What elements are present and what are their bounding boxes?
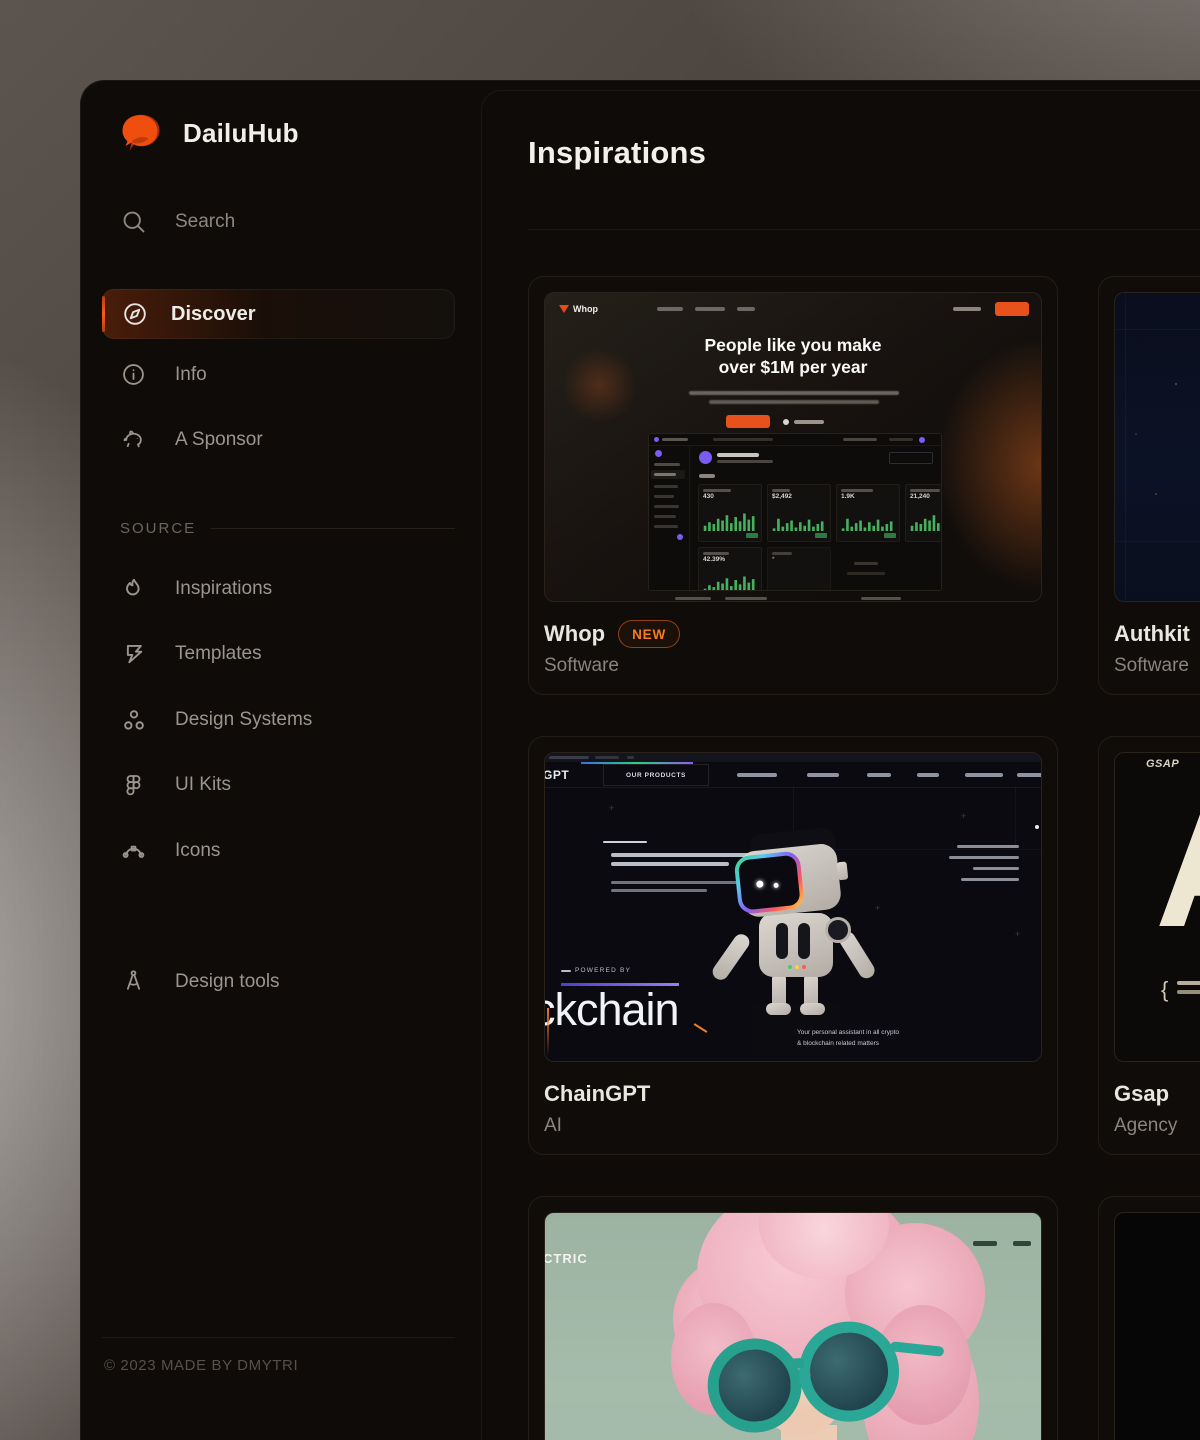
sidebar-item-label: Info	[175, 364, 207, 386]
card-title: Authkit	[1114, 621, 1190, 647]
search-placeholder: Search	[175, 211, 235, 233]
sidebar-item-sponsor[interactable]: A Sponsor	[120, 426, 263, 453]
whop-dashboard-preview: 430 $2,492	[648, 433, 942, 591]
whop-logo: Whop	[559, 304, 598, 314]
sidebar-item-label: A Sponsor	[175, 429, 263, 451]
gsap-logo: GSAP	[1146, 758, 1179, 770]
whop-cta-button	[726, 415, 770, 428]
chaingpt-caption1: Your personal assistant in all crypto	[797, 1029, 899, 1036]
main-panel: Inspirations Whop	[481, 90, 1200, 1440]
chaingpt-caption2: & blockchain related matters	[797, 1040, 879, 1047]
whop-hero-line1: People like you make	[545, 335, 1041, 356]
card-title: Whop	[544, 621, 605, 647]
powered-by-label: POWERED BY	[575, 967, 631, 974]
card-chaingpt[interactable]: GPT OUR PRODUCTS + +	[528, 736, 1058, 1155]
sidebar-item-design-tools[interactable]: Design tools	[120, 968, 280, 995]
whop-hero-line2: over $1M per year	[545, 357, 1041, 378]
sidebar-item-label: Icons	[175, 840, 220, 862]
gsap-brace: {	[1161, 977, 1168, 1003]
stars-decoration	[1115, 293, 1117, 295]
sidebar-item-templates[interactable]: Templates	[120, 640, 262, 667]
card-authkit[interactable]: Authkit NEW Software	[1098, 276, 1200, 695]
gsap-hero-letter: A	[1155, 781, 1200, 953]
sidebar-item-icons[interactable]: Icons	[120, 837, 220, 864]
sidebar-footer-divider	[102, 1337, 455, 1338]
sidebar-item-design-systems[interactable]: Design Systems	[120, 706, 312, 733]
sidebar-item-label: UI Kits	[175, 774, 231, 796]
card-category: Agency	[1114, 1115, 1200, 1137]
sidebar-item-info[interactable]: Info	[120, 361, 207, 388]
sidebar-item-label: Templates	[175, 643, 262, 665]
sidebar-item-label: Discover	[171, 303, 256, 326]
page-title: Inspirations	[528, 135, 706, 171]
card-category: Software	[1114, 655, 1200, 677]
card-dark[interactable]	[1098, 1196, 1200, 1440]
blockchain-headline: ckchain	[544, 984, 679, 1036]
chaingpt-nav-products: OUR PRODUCTS	[603, 764, 709, 786]
sidebar-item-discover[interactable]: Discover	[102, 289, 455, 339]
card-title: Gsap	[1114, 1081, 1169, 1107]
sidebar: DailuHub Search Discover Info	[80, 80, 481, 1440]
sidebar-item-inspirations[interactable]: Inspirations	[120, 575, 272, 602]
copyright-note: © 2023 MADE BY DMYTRI	[104, 1357, 298, 1374]
card-whop[interactable]: Whop People like you make over $1M per y…	[528, 276, 1058, 695]
card-portrait[interactable]: CTRIC	[528, 1196, 1058, 1440]
portrait-brand: CTRIC	[544, 1251, 588, 1266]
search-input[interactable]: Search	[120, 208, 235, 235]
card-gsap[interactable]: GSAP A { Gsap Agency	[1098, 736, 1200, 1155]
flag-banner-icon	[120, 640, 147, 667]
bezier-curve-icon	[120, 837, 147, 864]
app-name: DailuHub	[183, 118, 299, 149]
card-category: AI	[544, 1115, 1042, 1137]
whop-signup-button	[995, 302, 1029, 316]
piggy-bank-icon	[120, 426, 147, 453]
info-icon	[120, 361, 147, 388]
dark-thumbnail	[1114, 1212, 1200, 1440]
source-divider	[210, 528, 455, 529]
cards-grid: Whop People like you make over $1M per y…	[528, 276, 1200, 1440]
whop-logo-icon	[559, 305, 569, 313]
card-category: Software	[544, 655, 1042, 677]
sidebar-item-label: Design Systems	[175, 709, 312, 731]
gsap-thumbnail: GSAP A {	[1114, 752, 1200, 1062]
compass-icon	[122, 301, 149, 328]
flame-icon	[120, 575, 147, 602]
title-divider	[528, 229, 1200, 230]
portrait-thumbnail: CTRIC	[544, 1212, 1042, 1440]
authkit-thumbnail	[1114, 292, 1200, 602]
whop-thumbnail: Whop People like you make over $1M per y…	[544, 292, 1042, 602]
source-label: SOURCE	[120, 520, 196, 537]
dailuhub-logo-icon	[116, 112, 162, 155]
drafting-compass-icon	[120, 968, 147, 995]
new-badge: NEW	[618, 620, 680, 648]
chaingpt-thumbnail: GPT OUR PRODUCTS + +	[544, 752, 1042, 1062]
sidebar-item-label: Inspirations	[175, 578, 272, 600]
app-window: DailuHub Search Discover Info	[80, 80, 1200, 1440]
app-logo[interactable]: DailuHub	[116, 112, 299, 155]
sidebar-item-ui-kits[interactable]: UI Kits	[120, 771, 231, 798]
card-title: ChainGPT	[544, 1081, 650, 1107]
search-icon	[120, 208, 147, 235]
chaingpt-logo: GPT	[544, 768, 569, 782]
nodes-icon	[120, 706, 147, 733]
figma-icon	[120, 771, 147, 798]
sidebar-item-label: Design tools	[175, 971, 280, 993]
source-section-heading: SOURCE	[120, 520, 455, 537]
